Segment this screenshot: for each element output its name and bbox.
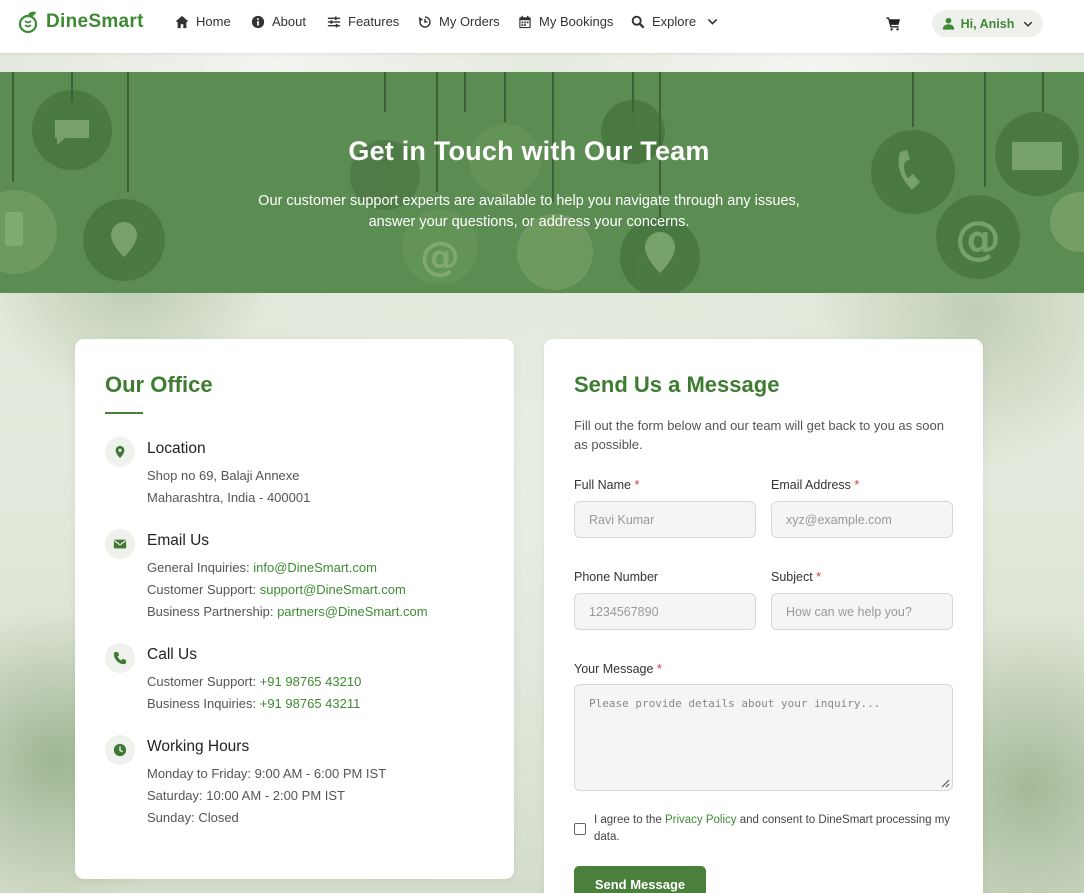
message-form-card: Send Us a Message Fill out the form belo… (544, 339, 983, 893)
support-phone-link[interactable]: +91 98765 43210 (260, 674, 362, 689)
calendar-icon (519, 15, 531, 28)
nav-my-bookings[interactable]: My Bookings (518, 14, 613, 29)
hours-title: Working Hours (147, 738, 250, 755)
nav-about-label: About (272, 14, 306, 29)
general-email-link[interactable]: info@DineSmart.com (253, 560, 377, 575)
hours-line: Saturday: 10:00 AM - 2:00 PM IST (147, 788, 345, 803)
hours-line: Sunday: Closed (147, 810, 239, 825)
consent-prefix: I agree to the (594, 814, 665, 826)
location-line: Shop no 69, Balaji Annexe (147, 468, 300, 483)
user-menu-button[interactable]: Hi, Anish (932, 10, 1043, 37)
privacy-policy-link[interactable]: Privacy Policy (665, 814, 737, 826)
user-greeting: Hi, Anish (960, 16, 1015, 31)
map-pin-icon (115, 445, 125, 459)
hero-banner: @ @ Get in Touch with Our Team Our custo… (0, 72, 1084, 293)
sliders-icon (327, 16, 341, 27)
hero-title: Get in Touch with Our Team (348, 136, 710, 166)
call-title: Call Us (147, 646, 197, 663)
required-mark: * (656, 662, 662, 676)
resize-grip-icon[interactable] (940, 778, 950, 788)
clock-icon (113, 743, 127, 757)
brand-name: DineSmart (46, 11, 144, 32)
subject-label: Subject * (771, 570, 821, 584)
info-icon (251, 15, 265, 28)
nav-home-label: Home (196, 14, 231, 29)
search-icon (631, 15, 645, 28)
email-label: Email Address * (771, 478, 859, 492)
hero-subtitle: Our customer support experts are availab… (258, 193, 800, 230)
nav-my-orders[interactable]: My Orders (418, 14, 500, 29)
hours-icon-badge (105, 735, 135, 765)
message-textarea[interactable]: Please provide details about your inquir… (574, 684, 953, 791)
nav-home[interactable]: Home (175, 14, 231, 29)
contact-decoration-icon: @ @ (0, 72, 1084, 293)
user-icon (942, 17, 954, 30)
nav-features-label: Features (348, 14, 400, 29)
phone-line: Business Inquiries: +91 98765 43211 (147, 696, 360, 711)
office-card: Our Office Location Shop no 69, Balaji A… (75, 339, 514, 879)
business-phone-link[interactable]: +91 98765 43211 (260, 696, 361, 711)
required-mark: * (816, 570, 822, 584)
title-underline (105, 412, 143, 414)
partners-email-link[interactable]: partners@DineSmart.com (277, 604, 427, 619)
envelope-icon (113, 539, 127, 549)
message-label: Your Message * (574, 662, 662, 676)
nav-explore-label: Explore (652, 14, 697, 29)
email-line-label: Customer Support: (147, 582, 260, 597)
leaf-logo-icon (18, 11, 38, 34)
cart-icon[interactable] (886, 16, 901, 31)
required-mark: * (634, 478, 640, 492)
location-title: Location (147, 440, 206, 457)
full-name-input[interactable]: Ravi Kumar (574, 501, 756, 538)
message-placeholder: Please provide details about your inquir… (589, 697, 881, 710)
email-line-label: General Inquiries: (147, 560, 254, 575)
home-icon (175, 15, 189, 28)
phone-icon (113, 651, 127, 665)
full-name-label: Full Name * (574, 478, 639, 492)
top-navbar: DineSmart Home About Features My Orders … (0, 0, 1084, 53)
nav-my-bookings-label: My Bookings (539, 14, 614, 29)
nav-features[interactable]: Features (327, 14, 399, 29)
call-icon-badge (105, 643, 135, 673)
chevron-down-icon (707, 18, 718, 25)
email-line-label: Business Partnership: (147, 604, 278, 619)
hours-line: Monday to Friday: 9:00 AM - 6:00 PM IST (147, 766, 387, 781)
phone-label-text: Phone Number (574, 570, 659, 584)
subject-input[interactable]: How can we help you? (771, 593, 953, 630)
full-name-label-text: Full Name (574, 478, 631, 492)
email-input[interactable]: xyz@example.com (771, 501, 953, 538)
support-email-link[interactable]: support@DineSmart.com (260, 582, 406, 597)
office-title: Our Office (105, 372, 213, 397)
decorative-strip (0, 53, 1084, 72)
phone-line-label: Customer Support: (147, 674, 260, 689)
form-description: Fill out the form below and our team wil… (574, 418, 944, 452)
email-line: Business Partnership: partners@DineSmart… (147, 604, 428, 619)
phone-line-label: Business Inquiries: (147, 696, 260, 711)
phone-label: Phone Number (574, 570, 658, 584)
nav-my-orders-label: My Orders (439, 14, 500, 29)
message-label-text: Your Message (574, 662, 654, 676)
phone-line: Customer Support: +91 98765 43210 (147, 674, 361, 689)
svg-text:@: @ (420, 234, 460, 280)
email-icon-badge (105, 529, 135, 559)
location-line: Maharashtra, India - 400001 (147, 490, 311, 505)
location-icon-badge (105, 437, 135, 467)
email-title: Email Us (147, 532, 210, 549)
subject-label-text: Subject (771, 570, 813, 584)
nav-explore-dropdown[interactable]: Explore (631, 14, 718, 29)
svg-text:@: @ (955, 211, 1001, 265)
send-message-button[interactable]: Send Message (574, 866, 706, 893)
history-icon (418, 15, 431, 28)
email-line: Customer Support: support@DineSmart.com (147, 582, 406, 597)
chevron-down-icon (1024, 21, 1033, 27)
email-line: General Inquiries: info@DineSmart.com (147, 560, 377, 575)
required-mark: * (854, 478, 860, 492)
email-label-text: Email Address (771, 478, 851, 492)
form-title: Send Us a Message (574, 372, 780, 397)
privacy-checkbox[interactable] (574, 823, 586, 835)
nav-about[interactable]: About (251, 14, 306, 29)
brand-logo[interactable]: DineSmart (18, 10, 144, 34)
privacy-consent-text: I agree to the Privacy Policy and consen… (594, 812, 959, 846)
phone-input[interactable]: 1234567890 (574, 593, 756, 630)
